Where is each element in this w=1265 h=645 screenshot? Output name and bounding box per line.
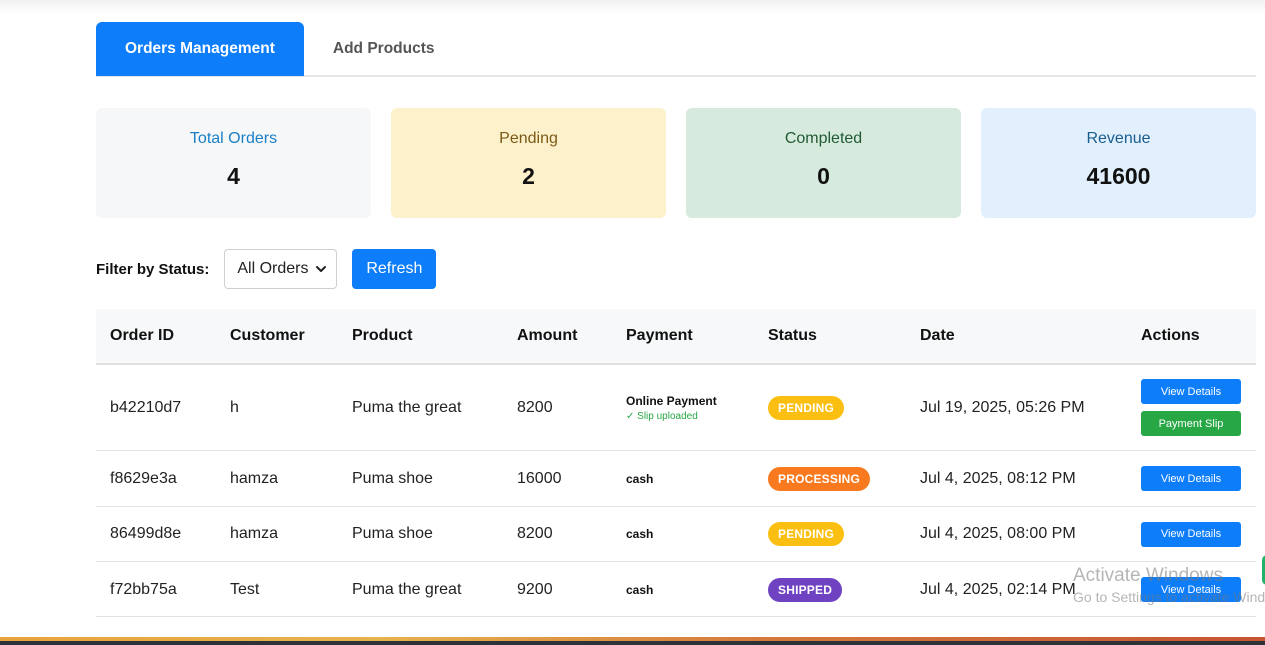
customer: Test — [230, 580, 260, 598]
actions-cell: View Details — [1141, 507, 1241, 561]
product: Puma the great — [352, 398, 462, 416]
stat-value: 2 — [522, 163, 535, 189]
actions-cell: View Details — [1141, 451, 1241, 506]
stat-card-total-orders: Total Orders 4 — [96, 108, 371, 218]
amount: 16000 — [517, 469, 562, 487]
tab-bar: Orders Management Add Products — [96, 22, 1256, 77]
product: Puma shoe — [352, 469, 433, 487]
payment-method: cash — [626, 471, 654, 486]
status-filter-value: All Orders — [237, 260, 309, 277]
customer: h — [230, 398, 239, 416]
date: Jul 19, 2025, 05:26 PM — [920, 398, 1085, 416]
table-row: f8629e3a hamza Puma shoe 16000 cash PROC… — [96, 451, 1256, 507]
col-product: Product — [352, 327, 413, 344]
orders-table: Order ID Customer Product Amount Payment… — [96, 309, 1256, 617]
table-row: 86499d8e hamza Puma shoe 8200 cash PENDI… — [96, 507, 1256, 562]
stat-label: Pending — [499, 130, 558, 147]
top-shadow — [0, 0, 1265, 14]
order-id: 86499d8e — [110, 525, 182, 542]
status-badge: PENDING — [768, 522, 845, 546]
table-row: b42210d7 h Puma the great 8200 Online Pa… — [96, 365, 1256, 451]
tab-orders-management[interactable]: Orders Management — [96, 22, 304, 76]
view-details-button[interactable]: View Details — [1141, 379, 1241, 404]
status-badge: PROCESSING — [768, 466, 871, 491]
date: Jul 4, 2025, 08:00 PM — [920, 525, 1076, 542]
status-cell: SHIPPED — [768, 562, 843, 617]
payment-slip-button[interactable]: Payment Slip — [1141, 411, 1241, 436]
payment: Online Payment ✓ Slip uploaded — [626, 365, 717, 450]
view-details-button[interactable]: View Details — [1141, 521, 1241, 547]
taskbar — [0, 641, 1265, 645]
order-id: f72bb75a — [110, 580, 177, 598]
stat-value: 41600 — [1086, 163, 1151, 189]
payment-method: cash — [626, 582, 654, 597]
stat-label: Total Orders — [189, 130, 278, 147]
status-cell: PENDING — [768, 365, 845, 450]
stat-label: Completed — [784, 130, 863, 147]
tab-add-products[interactable]: Add Products — [304, 22, 464, 76]
customer: hamza — [230, 469, 279, 487]
order-id: b42210d7 — [110, 398, 182, 416]
payment: cash — [626, 451, 653, 506]
stats-row: Total Orders 4 Pending 2 Completed 0 Rev… — [96, 108, 1256, 218]
stat-card-pending: Pending 2 — [391, 108, 666, 218]
payment-method: Online Payment — [626, 393, 717, 408]
view-details-button[interactable]: View Details — [1141, 577, 1241, 602]
refresh-button[interactable]: Refresh — [352, 249, 437, 289]
product: Puma shoe — [352, 525, 433, 542]
stat-value: 4 — [227, 163, 240, 189]
stat-value: 0 — [817, 163, 830, 189]
product: Puma the great — [352, 580, 462, 598]
filter-label: Filter by Status: — [96, 260, 210, 278]
col-amount: Amount — [517, 327, 578, 344]
amount: 9200 — [517, 580, 553, 598]
table-row: f72bb75a Test Puma the great 9200 cash S… — [96, 562, 1256, 617]
stat-card-completed: Completed 0 — [686, 108, 961, 218]
col-date: Date — [920, 327, 955, 344]
status-cell: PENDING — [768, 507, 845, 561]
actions-cell: View Details Payment Slip — [1141, 365, 1241, 450]
payment: cash — [626, 507, 653, 561]
payment: cash — [626, 562, 653, 617]
stat-label: Revenue — [1086, 130, 1151, 147]
view-details-button[interactable]: View Details — [1141, 466, 1241, 491]
payment-slip-note: ✓ Slip uploaded — [626, 410, 698, 422]
status-cell: PROCESSING — [768, 451, 871, 506]
payment-method: cash — [626, 527, 654, 541]
col-customer: Customer — [230, 327, 305, 344]
col-order-id: Order ID — [110, 327, 175, 344]
col-payment: Payment — [626, 327, 693, 344]
stat-card-revenue: Revenue 41600 — [981, 108, 1256, 218]
col-status: Status — [768, 327, 817, 344]
status-badge: SHIPPED — [768, 577, 843, 602]
chevron-down-icon — [316, 266, 327, 272]
date: Jul 4, 2025, 08:12 PM — [920, 469, 1076, 487]
status-badge: PENDING — [768, 395, 845, 420]
filter-bar: Filter by Status: All Orders Refresh — [96, 249, 437, 289]
col-actions: Actions — [1141, 327, 1200, 344]
customer: hamza — [230, 525, 279, 542]
status-filter-select[interactable]: All Orders — [224, 249, 338, 289]
order-id: f8629e3a — [110, 469, 177, 487]
table-header: Order ID Customer Product Amount Payment… — [96, 309, 1256, 365]
amount: 8200 — [517, 398, 553, 416]
date: Jul 4, 2025, 02:14 PM — [920, 580, 1076, 598]
amount: 8200 — [517, 525, 553, 542]
actions-cell: View Details — [1141, 562, 1241, 617]
